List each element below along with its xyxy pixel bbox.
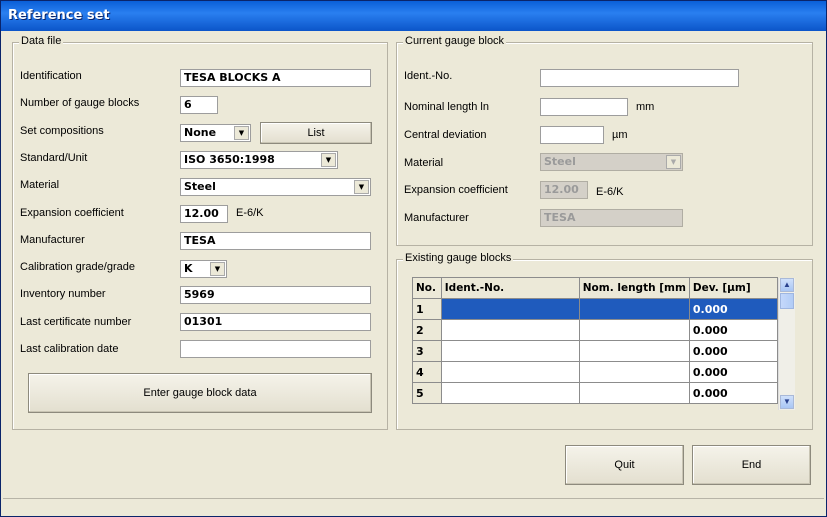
deviation-cell[interactable]: 0.000 — [688, 298, 779, 320]
nominal-length-label: Nominal length ln — [404, 101, 489, 113]
column-header-ident-no[interactable]: Ident.-No. — [440, 277, 580, 299]
expansion-coefficient-unit: E-6/K — [236, 207, 264, 219]
manufacturer-field[interactable]: TESA — [180, 232, 371, 250]
end-button[interactable]: End — [692, 445, 811, 485]
inventory-number-label: Inventory number — [20, 288, 106, 300]
deviation-cell[interactable]: 0.000 — [688, 361, 779, 383]
last-calibration-date-label: Last calibration date — [20, 343, 119, 355]
chevron-down-icon[interactable]: ▼ — [321, 153, 336, 167]
central-deviation-label: Central deviation — [404, 129, 487, 141]
calibration-grade-select[interactable]: K ▼ — [180, 260, 227, 278]
current-material-value: Steel — [544, 155, 576, 168]
status-bar — [3, 498, 824, 514]
current-material-select[interactable]: Steel ▼ — [540, 153, 683, 171]
row-number: 1 — [412, 298, 442, 320]
last-certificate-field[interactable]: 01301 — [180, 313, 371, 331]
current-manufacturer-field[interactable]: TESA — [540, 209, 683, 227]
identification-label: Identification — [20, 70, 82, 82]
scroll-down-icon[interactable]: ▼ — [780, 395, 794, 409]
inventory-number-field[interactable]: 5969 — [180, 286, 371, 304]
reference-set-window: Reference set Data file Identification T… — [0, 0, 827, 517]
ident-cell[interactable] — [440, 361, 580, 383]
ident-cell[interactable] — [440, 319, 580, 341]
ident-no-field[interactable] — [540, 69, 739, 87]
number-of-blocks-field[interactable]: 6 — [180, 96, 218, 114]
table-row[interactable]: 1 0.000 — [412, 298, 779, 320]
deviation-cell[interactable]: 0.000 — [688, 319, 779, 341]
table-row[interactable]: 2 0.000 — [412, 319, 779, 341]
current-manufacturer-label: Manufacturer — [404, 212, 469, 224]
central-deviation-unit: µm — [612, 129, 628, 141]
scrollbar-thumb[interactable] — [780, 293, 794, 309]
length-cell[interactable] — [578, 382, 690, 404]
length-cell[interactable] — [578, 340, 690, 362]
ident-cell[interactable] — [440, 340, 580, 362]
manufacturer-label: Manufacturer — [20, 234, 85, 246]
current-expansion-field[interactable]: 12.00 — [540, 181, 588, 199]
current-expansion-unit: E-6/K — [596, 186, 624, 198]
set-compositions-value: None — [184, 126, 217, 139]
last-certificate-label: Last certificate number — [20, 316, 132, 328]
length-cell[interactable] — [578, 361, 690, 383]
nominal-length-field[interactable] — [540, 98, 628, 116]
row-number: 4 — [412, 361, 442, 383]
column-header-dev[interactable]: Dev. [µm] — [688, 277, 779, 299]
chevron-down-icon[interactable]: ▼ — [354, 180, 369, 194]
table-header-row: No. Ident.-No. Nom. length [mm Dev. [µm] — [412, 277, 779, 299]
set-compositions-label: Set compositions — [20, 125, 104, 137]
set-compositions-select[interactable]: None ▼ — [180, 124, 251, 142]
data-file-legend: Data file — [19, 35, 64, 47]
gauge-blocks-table: No. Ident.-No. Nom. length [mm Dev. [µm]… — [412, 277, 779, 404]
nominal-length-unit: mm — [636, 101, 655, 113]
standard-unit-label: Standard/Unit — [20, 152, 88, 164]
window-title: Reference set — [8, 8, 110, 23]
central-deviation-field[interactable] — [540, 126, 604, 144]
enter-gauge-block-data-button[interactable]: Enter gauge block data — [28, 373, 372, 413]
table-row[interactable]: 5 0.000 — [412, 382, 779, 404]
calibration-grade-label: Calibration grade/grade — [20, 261, 135, 273]
material-label: Material — [20, 179, 60, 191]
expansion-coefficient-label: Expansion coefficient — [20, 207, 124, 219]
material-value: Steel — [184, 180, 216, 193]
dialog-client-area: Data file Identification TESA BLOCKS A N… — [1, 31, 826, 516]
list-button[interactable]: List — [260, 122, 372, 144]
current-gauge-block-legend: Current gauge block — [403, 35, 507, 47]
chevron-down-icon[interactable]: ▼ — [666, 155, 681, 169]
column-header-no[interactable]: No. — [412, 277, 442, 299]
material-select[interactable]: Steel ▼ — [180, 178, 371, 196]
current-expansion-label: Expansion coefficient — [404, 184, 508, 196]
table-row[interactable]: 4 0.000 — [412, 361, 779, 383]
ident-no-label: Ident.-No. — [404, 70, 453, 82]
calibration-grade-value: K — [184, 262, 193, 275]
column-header-nom-length[interactable]: Nom. length [mm — [578, 277, 690, 299]
length-cell[interactable] — [578, 298, 690, 320]
row-number: 3 — [412, 340, 442, 362]
chevron-down-icon[interactable]: ▼ — [234, 126, 249, 140]
last-calibration-date-field[interactable] — [180, 340, 371, 358]
existing-gauge-blocks-legend: Existing gauge blocks — [403, 252, 514, 264]
table-vertical-scrollbar[interactable]: ▲ ▼ — [778, 278, 795, 410]
row-number: 2 — [412, 319, 442, 341]
deviation-cell[interactable]: 0.000 — [688, 382, 779, 404]
chevron-down-icon[interactable]: ▼ — [210, 262, 225, 276]
standard-unit-select[interactable]: ISO 3650:1998 ▼ — [180, 151, 338, 169]
number-of-blocks-label: Number of gauge blocks — [20, 97, 140, 109]
ident-cell[interactable] — [440, 298, 580, 320]
ident-cell[interactable] — [440, 382, 580, 404]
expansion-coefficient-field[interactable]: 12.00 — [180, 205, 228, 223]
quit-button[interactable]: Quit — [565, 445, 684, 485]
deviation-cell[interactable]: 0.000 — [688, 340, 779, 362]
title-bar[interactable]: Reference set — [1, 1, 826, 31]
identification-field[interactable]: TESA BLOCKS A — [180, 69, 371, 87]
table-row[interactable]: 3 0.000 — [412, 340, 779, 362]
standard-unit-value: ISO 3650:1998 — [184, 153, 275, 166]
current-material-label: Material — [404, 157, 444, 169]
row-number: 5 — [412, 382, 442, 404]
scroll-up-icon[interactable]: ▲ — [780, 278, 794, 292]
length-cell[interactable] — [578, 319, 690, 341]
